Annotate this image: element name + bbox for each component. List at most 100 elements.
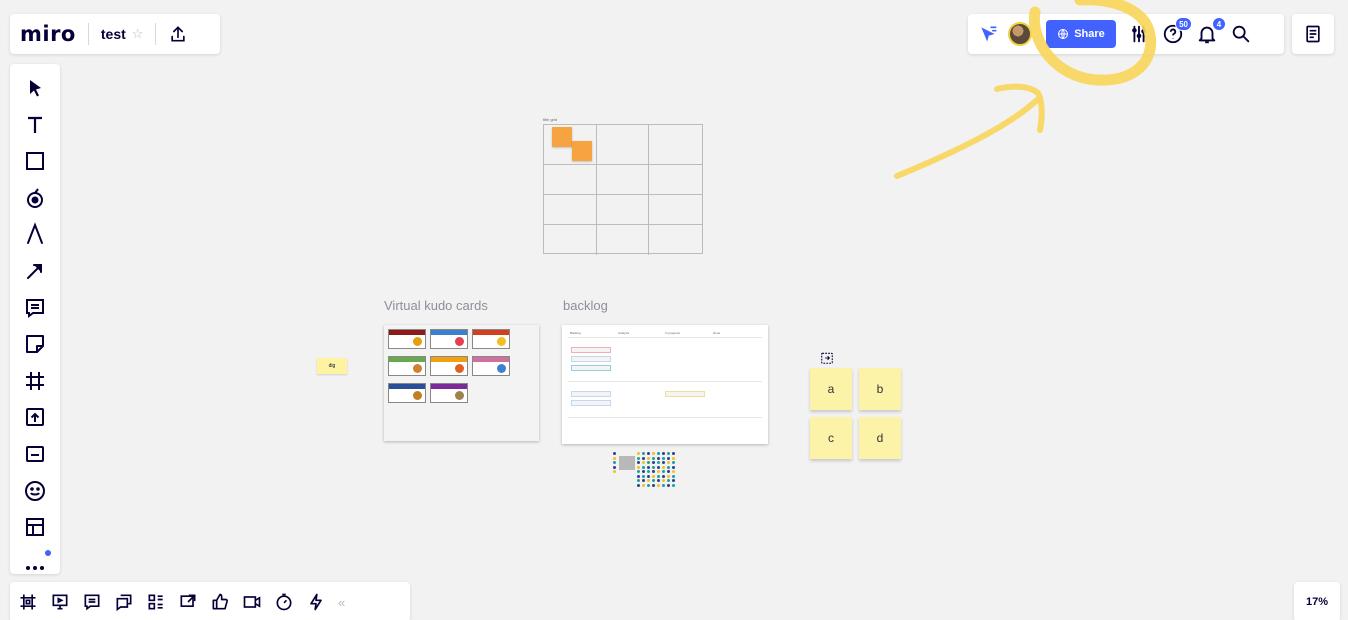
kudo-card[interactable] (388, 329, 426, 349)
chat-icon[interactable] (114, 592, 134, 612)
more-tools-icon[interactable] (23, 549, 51, 576)
search-icon[interactable] (1230, 23, 1252, 45)
backlog-frame[interactable]: Backlog Analysis In progress Done (562, 325, 768, 444)
backlog-card[interactable] (571, 391, 611, 397)
kudo-card[interactable] (430, 356, 468, 376)
voting-dot (662, 483, 665, 487)
voting-dot (652, 474, 655, 478)
voting-dot (647, 479, 650, 482)
backlog-header: In progress (665, 331, 681, 335)
kudo-card[interactable] (388, 383, 426, 403)
sticky-note-c[interactable]: c (810, 417, 852, 459)
kudo-card[interactable] (472, 356, 510, 376)
sticky-note-a[interactable]: a (810, 368, 852, 410)
timer-icon[interactable] (274, 592, 294, 612)
voting-dot (657, 483, 660, 487)
kudo-card[interactable] (430, 329, 468, 349)
share-screen-icon[interactable] (178, 592, 198, 612)
voting-dot (662, 456, 665, 460)
star-icon[interactable]: ☆ (132, 26, 144, 42)
orange-sticky-note[interactable] (552, 127, 572, 147)
frame-link-icon[interactable] (820, 351, 834, 365)
settings-sliders-icon[interactable] (1128, 23, 1150, 45)
kudo-card[interactable] (388, 356, 426, 376)
share-button[interactable]: Share (1046, 20, 1116, 48)
dig-sticky-note[interactable]: dig (317, 358, 347, 374)
board-notes-button[interactable] (1292, 14, 1334, 54)
voting-dot (657, 456, 660, 460)
backlog-frame-title[interactable]: backlog (563, 298, 608, 313)
grid-cell (596, 125, 650, 165)
dot-column (662, 452, 665, 487)
video-call-icon[interactable] (242, 592, 262, 612)
grid-cell (649, 125, 702, 165)
voting-dot (642, 470, 645, 473)
voting-dot (652, 461, 655, 464)
frame-tool-icon[interactable] (23, 369, 47, 393)
connection-line-icon[interactable] (23, 259, 47, 283)
dot-column (647, 452, 650, 487)
voting-dot (647, 483, 650, 487)
card-tool-icon[interactable] (23, 442, 47, 466)
zoom-level[interactable]: 17% (1294, 582, 1340, 620)
kudo-frame-title[interactable]: Virtual kudo cards (384, 298, 488, 313)
pen-tool-icon[interactable] (23, 222, 47, 246)
board-outline-icon[interactable] (146, 592, 166, 612)
collaboration-toolbar: Share 50 4 (968, 14, 1284, 54)
voting-dot (667, 456, 670, 460)
templates-icon[interactable] (23, 515, 47, 539)
voting-dot (637, 456, 640, 460)
backlog-card[interactable] (571, 400, 611, 406)
voting-dot (652, 456, 655, 460)
sticky-note-d[interactable]: d (859, 417, 901, 459)
voting-thumbs-up-icon[interactable] (210, 592, 230, 612)
sticky-note-icon[interactable] (23, 332, 47, 356)
lightning-icon[interactable] (306, 592, 326, 612)
kudo-cards-frame[interactable] (384, 325, 539, 441)
user-avatar[interactable] (1008, 22, 1032, 46)
shape-tool-icon[interactable] (23, 149, 47, 173)
grid-cell (596, 165, 650, 195)
comment-tool-icon[interactable] (23, 296, 47, 320)
dot-column (657, 452, 660, 487)
presenter-cursor-icon[interactable] (978, 24, 998, 44)
select-cursor-icon[interactable] (23, 76, 47, 100)
backlog-header: Backlog (570, 331, 581, 335)
board-title[interactable]: test (101, 26, 126, 42)
backlog-card[interactable] (571, 365, 611, 371)
emoji-icon[interactable] (23, 479, 47, 503)
comments-icon[interactable] (82, 592, 102, 612)
miro-logo[interactable]: miro (20, 22, 76, 46)
kudo-card[interactable] (472, 329, 510, 349)
grid-cell (649, 195, 702, 225)
backlog-card[interactable] (571, 347, 611, 353)
text-tool-icon[interactable] (23, 113, 47, 137)
voting-dot (657, 470, 660, 473)
kudo-card[interactable] (430, 383, 468, 403)
notifications-bell-icon[interactable]: 4 (1196, 17, 1226, 45)
sticker-tool-icon[interactable] (23, 186, 47, 210)
voting-dot (613, 456, 616, 460)
backlog-card[interactable] (571, 356, 611, 362)
grid-cell (544, 225, 597, 255)
voting-dot (652, 483, 655, 487)
frames-icon[interactable] (18, 592, 38, 612)
export-icon[interactable] (168, 24, 188, 44)
help-icon[interactable]: 50 (1162, 17, 1192, 45)
voting-dot (613, 465, 616, 469)
sticky-note-b[interactable]: b (859, 368, 901, 410)
voting-dot (662, 474, 665, 478)
upload-icon[interactable] (23, 405, 47, 429)
collapse-icon[interactable]: « (338, 595, 345, 610)
voting-dot (642, 456, 645, 460)
presentation-icon[interactable] (50, 592, 70, 612)
backlog-card[interactable] (665, 391, 705, 397)
orange-sticky-note[interactable] (572, 141, 592, 161)
voting-dot (647, 470, 650, 473)
voting-dot (647, 474, 650, 478)
voting-dots-cluster[interactable] (613, 452, 679, 490)
kudo-card-illustration (497, 337, 506, 346)
voting-dot (642, 474, 645, 478)
voting-dot (672, 479, 675, 482)
divider (155, 23, 157, 45)
